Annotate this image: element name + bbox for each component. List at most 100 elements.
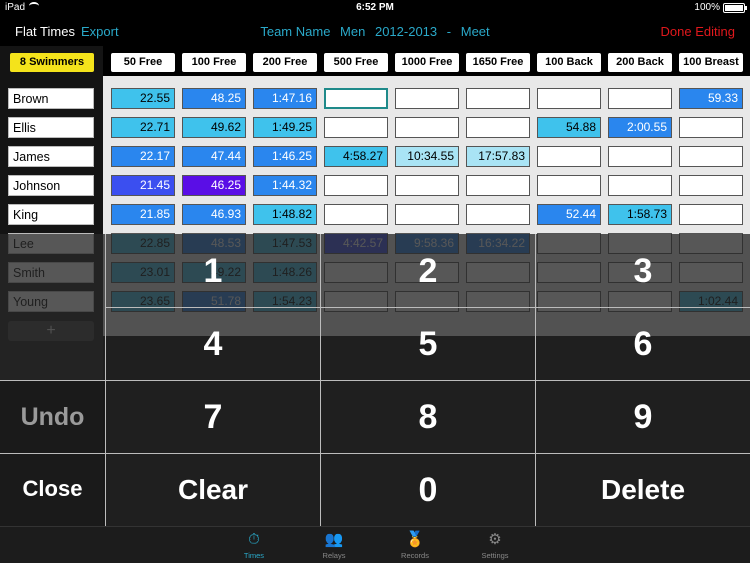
group-name[interactable]: Men	[340, 24, 365, 39]
time-cell[interactable]	[466, 204, 530, 225]
battery-icon	[723, 3, 747, 13]
time-cell[interactable]: 47.44	[182, 146, 246, 167]
time-cell[interactable]	[537, 175, 601, 196]
swimmer-name[interactable]: James	[8, 146, 94, 167]
swimmer-name[interactable]: Ellis	[8, 117, 94, 138]
time-cell[interactable]: 52.44	[537, 204, 601, 225]
tab-relays[interactable]: 👥 Relays	[304, 531, 364, 560]
meet-name[interactable]: Meet	[461, 24, 490, 39]
swimmer-name[interactable]: Brown	[8, 88, 94, 109]
time-cell[interactable]	[679, 117, 743, 138]
event-header[interactable]: 50 Free	[111, 53, 175, 72]
gear-icon: ⚙	[488, 531, 502, 548]
clear-button[interactable]: Clear	[106, 474, 320, 506]
event-header[interactable]: 500 Free	[324, 53, 388, 72]
time-cell[interactable]: 1:46.25	[253, 146, 317, 167]
tab-records[interactable]: 🏅 Records	[385, 531, 445, 560]
time-cell[interactable]: 48.25	[182, 88, 246, 109]
status-bar: iPad 6:52 PM 100%	[0, 0, 750, 16]
key-7[interactable]: 7	[106, 398, 320, 437]
undo-button[interactable]: Undo	[0, 403, 105, 432]
time-cell[interactable]	[324, 175, 388, 196]
time-cell[interactable]: 49.62	[182, 117, 246, 138]
time-cell[interactable]	[324, 88, 388, 109]
time-cell[interactable]	[608, 175, 672, 196]
group-icon: 👥	[324, 531, 344, 548]
key-4[interactable]: 4	[106, 325, 320, 364]
time-cell[interactable]: 17:57.83	[466, 146, 530, 167]
time-cell[interactable]: 59.33	[679, 88, 743, 109]
time-cell[interactable]: 1:47.16	[253, 88, 317, 109]
event-header[interactable]: 1650 Free	[466, 53, 530, 72]
time-cell[interactable]	[679, 146, 743, 167]
keypad-divider	[0, 453, 750, 454]
clock: 6:52 PM	[356, 2, 394, 13]
done-editing-button[interactable]: Done Editing	[661, 24, 735, 39]
time-cell[interactable]: 10:34.55	[395, 146, 459, 167]
separator: -	[446, 24, 452, 39]
time-cell[interactable]: 22.17	[111, 146, 175, 167]
key-6[interactable]: 6	[536, 325, 750, 364]
event-header[interactable]: 200 Back	[608, 53, 672, 72]
tab-times[interactable]: ⏱ Times	[224, 531, 284, 560]
key-2[interactable]: 2	[321, 252, 535, 291]
stopwatch-icon: ⏱	[248, 531, 260, 548]
time-cell[interactable]	[679, 204, 743, 225]
time-cell[interactable]: 21.45	[111, 175, 175, 196]
time-cell[interactable]: 22.55	[111, 88, 175, 109]
season-name[interactable]: 2012-2013	[375, 24, 437, 39]
meet-info[interactable]: Team Name Men 2012-2013 - Meet	[0, 24, 750, 39]
event-header[interactable]: 100 Back	[537, 53, 601, 72]
battery-percent: 100%	[694, 2, 720, 13]
key-3[interactable]: 3	[536, 252, 750, 291]
time-cell[interactable]: 2:00.55	[608, 117, 672, 138]
time-cell[interactable]: 54.88	[537, 117, 601, 138]
keypad-divider	[105, 307, 750, 308]
key-0[interactable]: 0	[321, 471, 535, 510]
event-header[interactable]: 200 Free	[253, 53, 317, 72]
time-cell[interactable]	[324, 204, 388, 225]
time-cell[interactable]	[466, 88, 530, 109]
swimmer-name[interactable]: King	[8, 204, 94, 225]
time-cell[interactable]	[395, 175, 459, 196]
event-header[interactable]: 100 Free	[182, 53, 246, 72]
time-cell[interactable]	[395, 117, 459, 138]
team-name[interactable]: Team Name	[260, 24, 330, 39]
event-header[interactable]: 1000 Free	[395, 53, 459, 72]
delete-button[interactable]: Delete	[536, 474, 750, 506]
tab-settings[interactable]: ⚙ Settings	[465, 531, 525, 560]
time-cell[interactable]	[537, 88, 601, 109]
key-9[interactable]: 9	[536, 398, 750, 437]
time-cell[interactable]: 21.85	[111, 204, 175, 225]
time-cell[interactable]	[324, 117, 388, 138]
time-cell[interactable]: 22.71	[111, 117, 175, 138]
close-button[interactable]: Close	[0, 476, 105, 502]
tab-label: Records	[401, 551, 429, 560]
time-cell[interactable]	[466, 175, 530, 196]
tab-bar: ⏱ Times 👥 Relays 🏅 Records ⚙ Settings	[0, 526, 750, 563]
time-cell[interactable]	[537, 146, 601, 167]
time-cell[interactable]	[395, 88, 459, 109]
time-cell[interactable]: 4:58.27	[324, 146, 388, 167]
key-8[interactable]: 8	[321, 398, 535, 437]
medal-icon: 🏅	[405, 531, 425, 548]
time-cell[interactable]: 1:58.73	[608, 204, 672, 225]
swimmer-name[interactable]: Johnson	[8, 175, 94, 196]
event-header[interactable]: 100 Breast	[679, 53, 743, 72]
time-cell[interactable]: 1:48.82	[253, 204, 317, 225]
time-cell[interactable]: 1:44.32	[253, 175, 317, 196]
time-cell[interactable]	[608, 88, 672, 109]
swimmer-count-badge[interactable]: 8 Swimmers	[10, 53, 94, 72]
keypad-divider	[0, 380, 750, 381]
time-cell[interactable]	[608, 146, 672, 167]
time-cell[interactable]	[395, 204, 459, 225]
time-cell[interactable]	[466, 117, 530, 138]
time-cell[interactable]: 1:49.25	[253, 117, 317, 138]
time-cell[interactable]: 46.93	[182, 204, 246, 225]
tab-label: Relays	[322, 551, 346, 560]
nav-bar: Flat Times Export Team Name Men 2012-201…	[0, 16, 750, 46]
key-5[interactable]: 5	[321, 325, 535, 364]
time-cell[interactable]	[679, 175, 743, 196]
key-1[interactable]: 1	[106, 252, 320, 291]
time-cell[interactable]: 46.25	[182, 175, 246, 196]
